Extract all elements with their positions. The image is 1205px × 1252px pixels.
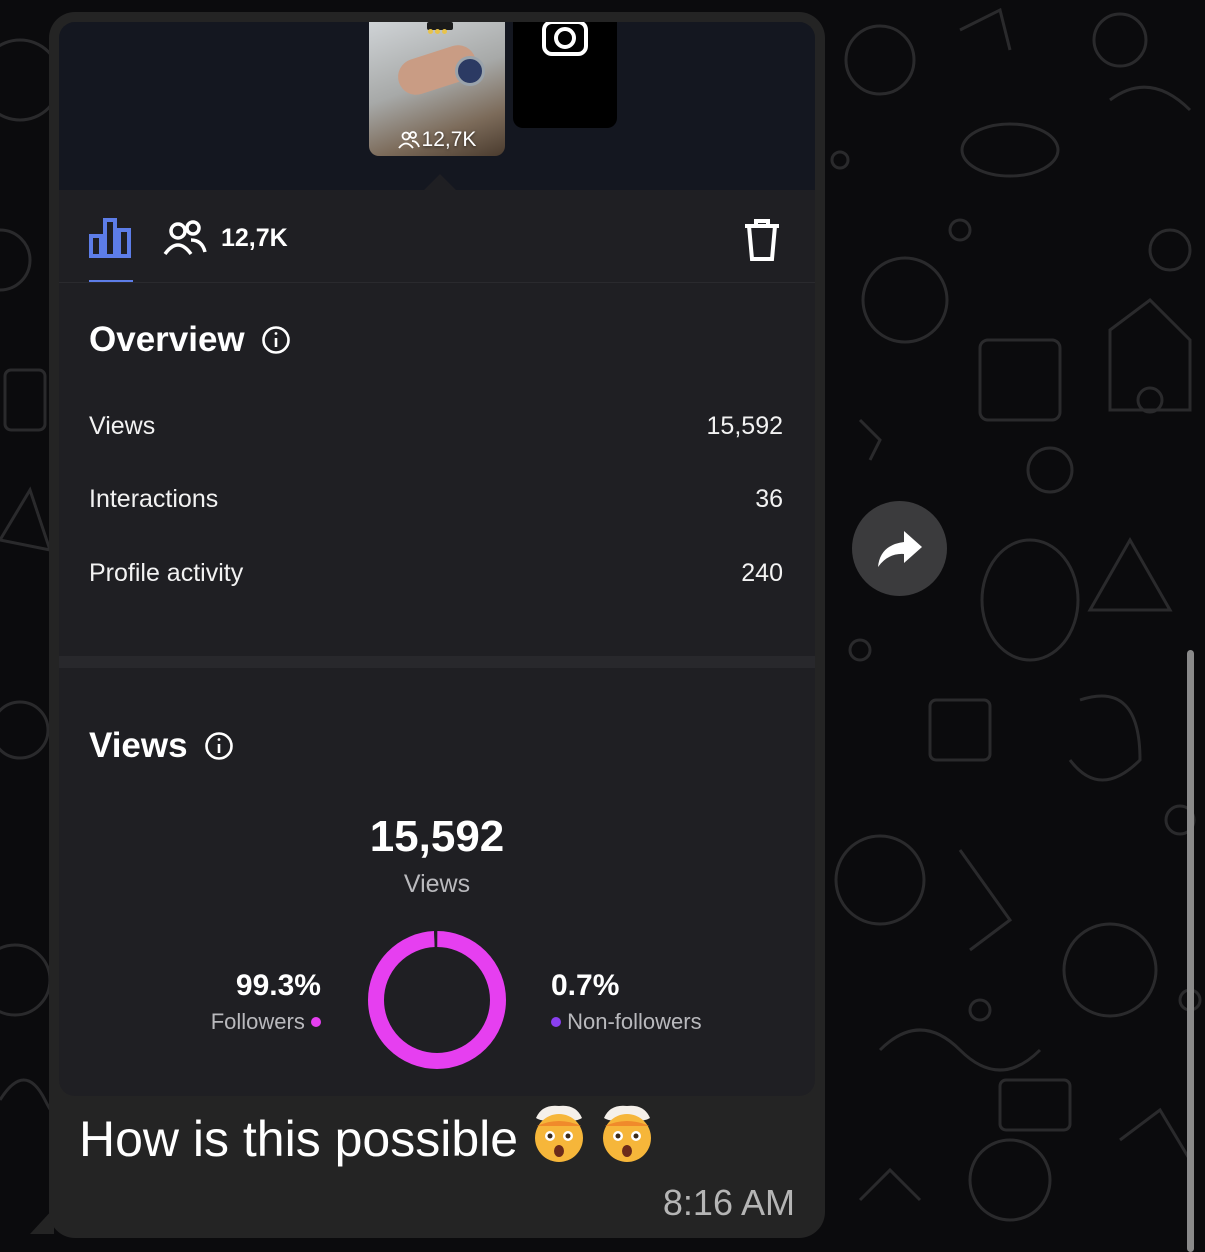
non-followers-label: Non-followers [567, 1009, 702, 1034]
non-followers-swatch [551, 1017, 561, 1027]
non-followers-label-row: Non-followers [551, 1009, 751, 1035]
message-bubble[interactable]: 12,7K 12,7K Overview Views 15,592 Intera… [49, 12, 825, 1238]
message-caption: How is this possible [79, 1102, 658, 1176]
followers-swatch [311, 1017, 321, 1027]
followers-label: Followers [210, 1009, 305, 1034]
insight-tabs: 12,7K [59, 190, 815, 283]
viewers-icon [397, 131, 420, 149]
row-label: Views [89, 412, 156, 440]
overview-title: Overview [89, 320, 245, 359]
story-header: 12,7K [59, 22, 815, 191]
scrollbar[interactable] [1187, 650, 1194, 1252]
overview-row-views: Views 15,592 [89, 412, 783, 441]
non-followers-percent: 0.7% [551, 969, 620, 1002]
story-thumbnail[interactable]: 12,7K [369, 22, 505, 156]
info-icon[interactable] [204, 731, 234, 761]
row-value: 240 [741, 559, 783, 587]
row-value: 15,592 [706, 412, 783, 440]
row-label: Interactions [89, 485, 219, 513]
views-total: 15,592 [369, 812, 505, 861]
tab-viewers[interactable]: 12,7K [163, 218, 288, 258]
section-divider [59, 656, 815, 668]
trash-icon[interactable] [742, 218, 782, 262]
status-dots [427, 22, 453, 34]
overview-row-profile-activity[interactable]: Profile activity 240 [89, 559, 783, 588]
viewers-icon [163, 220, 207, 256]
followers-label-row: Followers [179, 1009, 321, 1035]
forward-arrow-icon [877, 530, 922, 567]
views-total-label: Views [403, 870, 471, 898]
message-timestamp: 8:16 AM [662, 1182, 795, 1223]
views-title: Views [89, 726, 188, 765]
info-icon[interactable] [261, 325, 291, 355]
caption-text: How is this possible [79, 1111, 519, 1167]
active-tab-underline [89, 280, 133, 282]
bar-chart-icon [89, 218, 131, 258]
tab-insights[interactable] [87, 216, 135, 282]
row-label: Profile activity [89, 559, 244, 587]
row-value: 36 [755, 485, 783, 513]
camera-icon [542, 22, 588, 56]
donut-segment-followers [368, 931, 506, 1069]
viewers-count: 12,7K [221, 223, 288, 252]
followers-percent: 99.3% [235, 969, 321, 1002]
forward-button[interactable] [852, 501, 947, 596]
legend-non-followers: 0.7% Non-followers [551, 969, 751, 1035]
legend-followers: 99.3% Followers [179, 969, 321, 1035]
thumbnail-watch [455, 56, 485, 86]
thumbnail-viewers: 12,7K [369, 128, 505, 152]
overview-heading: Overview [89, 320, 291, 360]
exploding-head-emoji [528, 1102, 590, 1176]
overview-row-interactions[interactable]: Interactions 36 [89, 485, 783, 514]
selected-story-caret [423, 174, 457, 191]
exploding-head-emoji [596, 1102, 658, 1176]
views-heading: Views [89, 726, 234, 766]
attached-screenshot[interactable]: 12,7K 12,7K Overview Views 15,592 Intera… [59, 22, 815, 1096]
story-camera-tile[interactable] [513, 22, 617, 128]
views-donut-chart [367, 930, 507, 1070]
thumbnail-viewer-count: 12,7K [421, 128, 477, 151]
